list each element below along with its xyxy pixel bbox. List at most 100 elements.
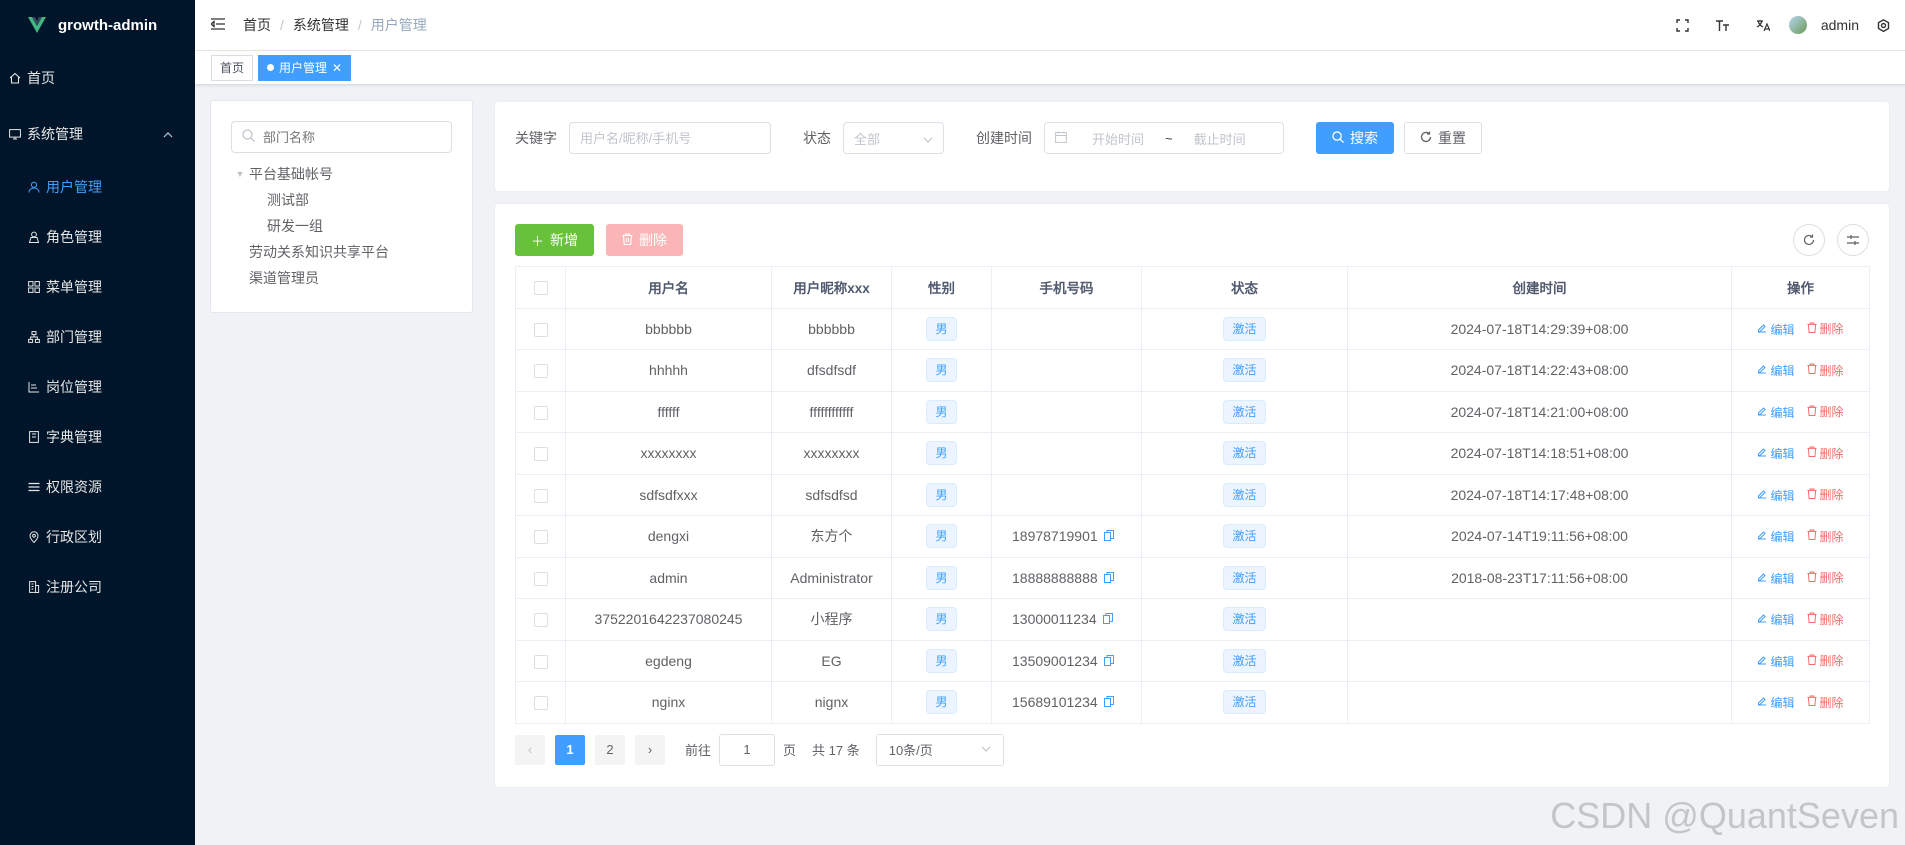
row-checkbox[interactable] (533, 696, 548, 711)
keyword-input[interactable] (580, 130, 760, 146)
caret-down-icon[interactable]: ▼ (231, 169, 249, 179)
copy-icon[interactable] (1103, 571, 1114, 586)
font-size-icon[interactable] (1703, 19, 1743, 32)
close-icon[interactable]: ✕ (332, 61, 342, 75)
tag-home[interactable]: 首页 (211, 54, 254, 81)
tree-node[interactable]: 研发一组 (231, 213, 452, 239)
user-icon (26, 181, 42, 193)
edit-button[interactable]: 编辑 (1757, 321, 1795, 338)
tree-node[interactable]: 劳动关系知识共享平台 (231, 239, 452, 265)
end-date-input[interactable]: 截止时间 (1185, 129, 1255, 148)
app-logo[interactable]: growth-admin (0, 0, 195, 50)
sidebar-item-8[interactable]: 权限资源 (0, 462, 195, 512)
copy-icon[interactable] (1103, 654, 1114, 669)
delete-button[interactable]: 删除 (1806, 486, 1844, 503)
edit-button[interactable]: 编辑 (1757, 404, 1795, 421)
row-checkbox[interactable] (533, 530, 548, 545)
next-page-icon[interactable]: › (635, 734, 665, 765)
delete-button[interactable]: 删除 (1806, 569, 1844, 586)
nickname-cell: xxxxxxxx (771, 432, 892, 475)
page-numbers: 12 (555, 734, 635, 765)
actions-cell: 编辑 删除 (1731, 681, 1870, 724)
dept-search-field[interactable] (231, 121, 452, 153)
hamburger-icon[interactable] (209, 17, 229, 33)
row-checkbox[interactable] (533, 364, 548, 379)
row-checkbox[interactable] (533, 405, 548, 420)
sidebar-item-1[interactable]: 系统管理 (0, 106, 195, 162)
status-select[interactable]: 全部 (843, 122, 944, 154)
fullscreen-icon[interactable] (1663, 18, 1703, 32)
row-checkbox[interactable] (533, 613, 548, 628)
page-size-select[interactable]: 10条/页 (875, 733, 1004, 766)
row-checkbox[interactable] (533, 488, 548, 503)
sidebar-item-0[interactable]: 首页 (0, 50, 195, 106)
edit-button[interactable]: 编辑 (1757, 611, 1795, 628)
goto-page-input[interactable] (719, 733, 776, 766)
copy-icon[interactable] (1103, 696, 1114, 710)
delete-button[interactable]: 删除 (1806, 528, 1844, 545)
batch-delete-button[interactable]: 删除 (606, 224, 684, 256)
row-checkbox[interactable] (533, 654, 548, 669)
dept-search-input[interactable] (263, 129, 443, 145)
edit-button[interactable]: 编辑 (1757, 570, 1795, 587)
add-button[interactable]: ＋ 新增 (515, 224, 595, 256)
reset-button[interactable]: 重置 (1404, 122, 1482, 154)
delete-button[interactable]: 删除 (1806, 403, 1844, 420)
refresh-table-icon[interactable] (1793, 224, 1825, 256)
search-icon (1332, 130, 1344, 146)
row-checkbox[interactable] (533, 571, 548, 586)
start-date-input[interactable]: 开始时间 (1083, 129, 1153, 148)
sidebar-item-7[interactable]: 字典管理 (0, 412, 195, 462)
sidebar-item-10[interactable]: 注册公司 (0, 562, 195, 612)
col-created[interactable]: 创建时间 (1347, 266, 1732, 309)
sidebar-item-9[interactable]: 行政区划 (0, 512, 195, 562)
col-phone[interactable]: 手机号码 (991, 266, 1142, 309)
breadcrumb-system[interactable]: 系统管理 (293, 15, 349, 35)
col-status[interactable]: 状态 (1141, 266, 1348, 309)
edit-button[interactable]: 编辑 (1757, 528, 1795, 545)
page-number-button[interactable]: 1 (555, 734, 585, 765)
edit-button[interactable]: 编辑 (1757, 445, 1795, 462)
gender-cell: 男 (891, 681, 992, 724)
edit-button[interactable]: 编辑 (1757, 694, 1795, 711)
col-username[interactable]: 用户名 (565, 266, 772, 309)
delete-button[interactable]: 删除 (1806, 694, 1844, 711)
delete-button[interactable]: 删除 (1806, 320, 1844, 337)
edit-button[interactable]: 编辑 (1757, 487, 1795, 504)
copy-icon[interactable] (1102, 613, 1113, 627)
breadcrumb-home[interactable]: 首页 (243, 15, 271, 35)
avatar[interactable] (1788, 16, 1807, 34)
delete-button[interactable]: 删除 (1806, 652, 1844, 669)
tag-user-management[interactable]: 用户管理 ✕ (258, 54, 352, 81)
delete-button[interactable]: 删除 (1806, 611, 1844, 628)
translate-icon[interactable] (1743, 19, 1783, 32)
dept-tree: ▼ 平台基础帐号 测试部 研发一组 劳动关系知识共享平台 渠道管理员 (231, 161, 452, 291)
col-nickname[interactable]: 用户昵称xxx (771, 266, 892, 309)
edit-button[interactable]: 编辑 (1757, 362, 1795, 379)
keyword-field[interactable] (569, 122, 771, 154)
sidebar-item-3[interactable]: 角色管理 (0, 212, 195, 262)
tree-node[interactable]: 渠道管理员 (231, 265, 452, 291)
sidebar-item-5[interactable]: 部门管理 (0, 312, 195, 362)
row-checkbox[interactable] (533, 322, 548, 337)
search-button[interactable]: 搜索 (1316, 122, 1394, 154)
tree-node[interactable]: 测试部 (231, 187, 452, 213)
page-number-button[interactable]: 2 (595, 734, 625, 765)
select-all-checkbox[interactable] (533, 280, 548, 295)
column-settings-icon[interactable] (1837, 224, 1869, 256)
trash-icon (1806, 405, 1817, 419)
edit-button[interactable]: 编辑 (1757, 653, 1795, 670)
delete-button[interactable]: 删除 (1806, 362, 1844, 379)
sidebar-item-6[interactable]: 岗位管理 (0, 362, 195, 412)
col-gender[interactable]: 性别 (891, 266, 992, 309)
copy-icon[interactable] (1103, 530, 1114, 544)
username[interactable]: admin (1821, 17, 1859, 33)
sidebar-item-4[interactable]: 菜单管理 (0, 262, 195, 312)
prev-page-icon[interactable]: ‹ (515, 734, 545, 765)
sidebar-item-2[interactable]: 用户管理 (0, 162, 195, 212)
settings-gear-icon[interactable] (1873, 18, 1893, 32)
tree-node[interactable]: ▼ 平台基础帐号 (231, 161, 452, 187)
row-checkbox[interactable] (533, 447, 548, 462)
delete-button[interactable]: 删除 (1806, 445, 1844, 462)
date-range-picker[interactable]: 开始时间 ~ 截止时间 (1044, 122, 1284, 154)
